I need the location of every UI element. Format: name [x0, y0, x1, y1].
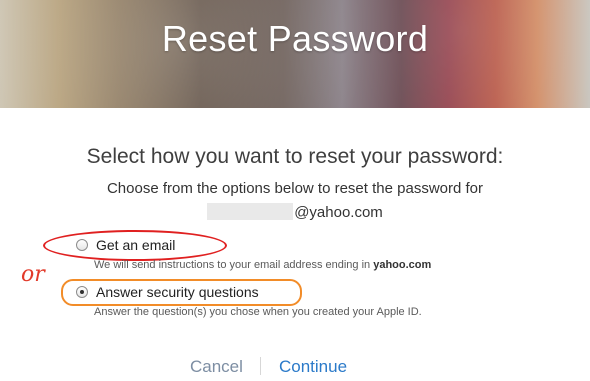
radio-row-security-questions[interactable]: Answer security questions — [76, 284, 422, 300]
continue-button[interactable]: Continue — [279, 357, 347, 377]
email-option-description: We will send instructions to your email … — [94, 259, 431, 271]
email-radio-button[interactable] — [76, 239, 88, 251]
cancel-button[interactable]: Cancel — [190, 357, 243, 377]
email-option-label[interactable]: Get an email — [96, 237, 175, 253]
reset-method-heading: Select how you want to reset your passwo… — [86, 145, 504, 168]
reset-option-email[interactable]: Get an email We will send instructions t… — [76, 237, 431, 271]
button-divider — [260, 357, 261, 375]
security-questions-radio-button[interactable] — [76, 286, 88, 298]
email-option-description-text: We will send instructions to your email … — [94, 259, 374, 271]
email-suffix: @yahoo.com — [294, 204, 383, 221]
annotation-or-text: or — [21, 262, 45, 287]
reset-intro-text: Choose from the options below to reset t… — [106, 180, 484, 197]
radio-row-email[interactable]: Get an email — [76, 237, 431, 253]
reset-option-security-questions[interactable]: Answer security questions Answer the que… — [76, 284, 422, 318]
security-questions-description: Answer the question(s) you chose when yo… — [94, 306, 422, 318]
email-redaction-mask — [207, 203, 294, 220]
account-email: @yahoo.com — [0, 203, 590, 221]
action-footer: Cancel Continue — [0, 357, 590, 377]
email-domain-highlight: yahoo.com — [373, 259, 432, 271]
security-questions-option-label[interactable]: Answer security questions — [96, 284, 259, 300]
page-title: Reset Password — [161, 18, 429, 59]
